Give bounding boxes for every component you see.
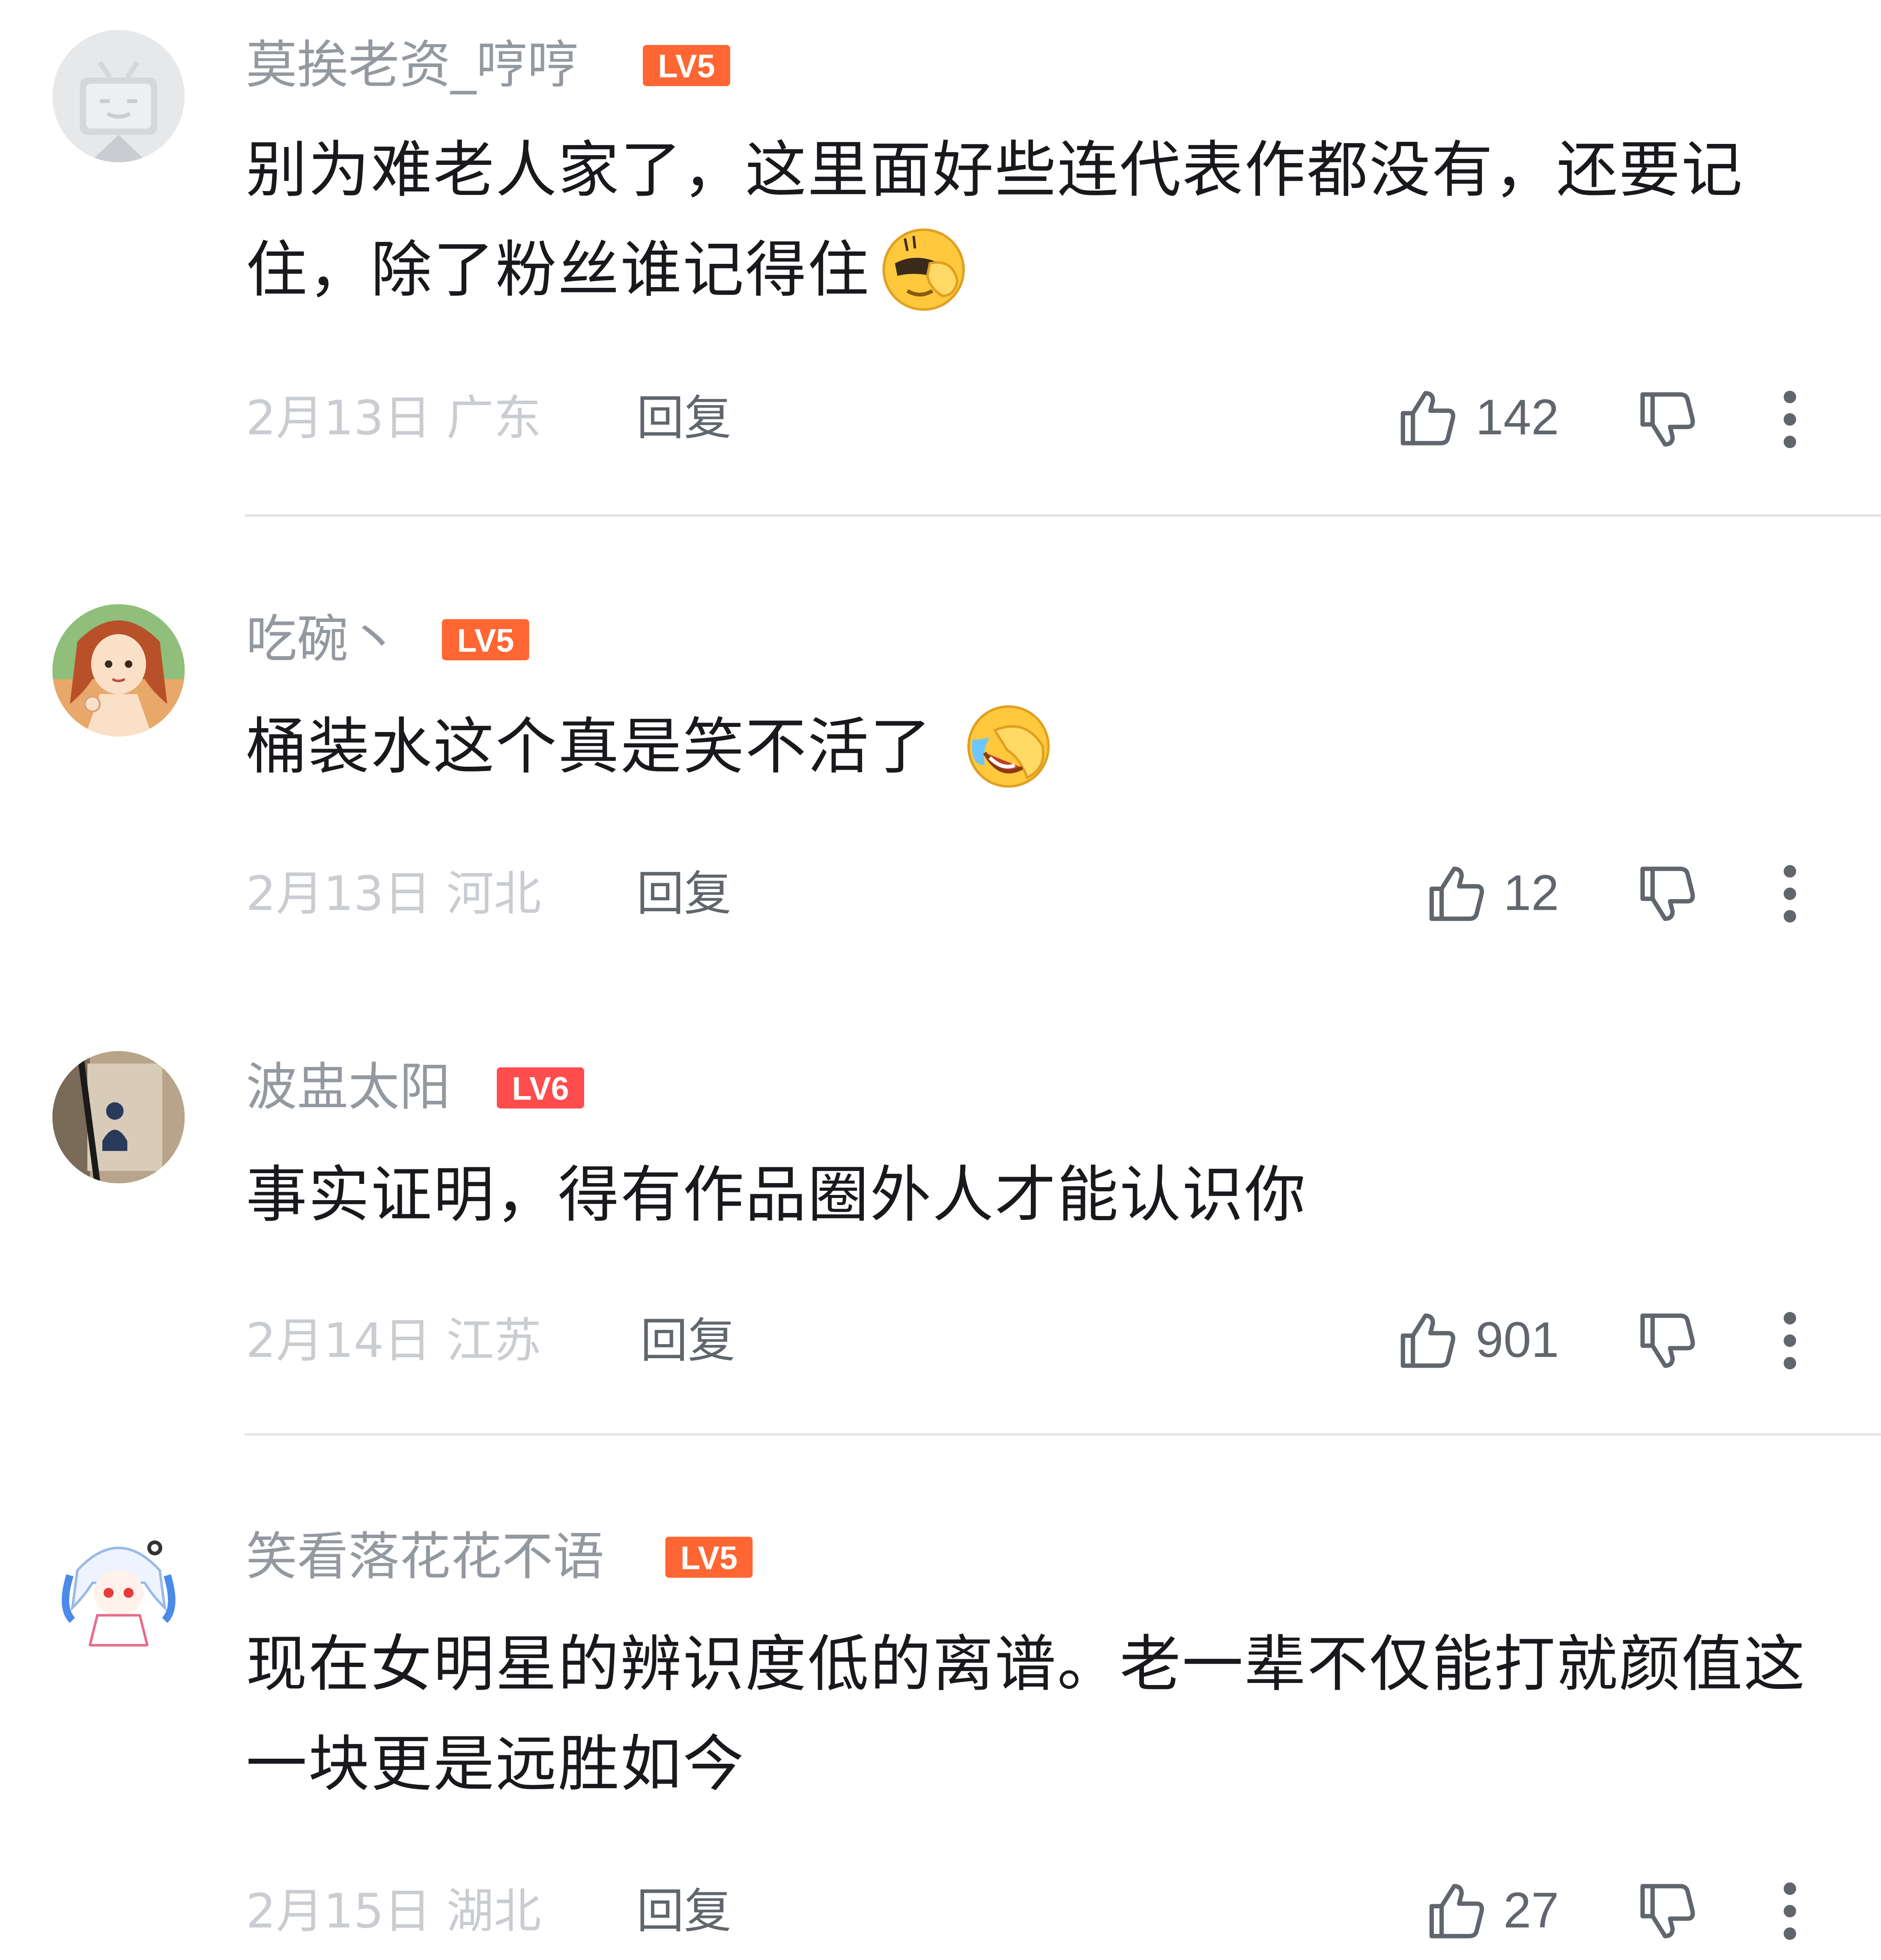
avatar[interactable]: [52, 30, 185, 162]
svg-text:LV5: LV5: [681, 1540, 737, 1576]
more-vertical-icon[interactable]: [1775, 1308, 1805, 1373]
like-button[interactable]: 901: [1396, 1303, 1559, 1378]
comment-text: 事实证明，得有作品圈外人才能认识你: [246, 1159, 1307, 1231]
svg-text:LV6: LV6: [512, 1071, 569, 1107]
divider: [245, 1433, 1881, 1436]
username[interactable]: 笑看落花花不语: [246, 1525, 604, 1588]
reply-button[interactable]: 回复: [640, 1312, 735, 1369]
reply-button[interactable]: 回复: [636, 1882, 732, 1940]
comment-date-location: 2月13日 河北: [246, 866, 541, 921]
comment-list: 莫挨老资_哼哼 LV5 别为难老人家了，这里面好些连代表作都没有，还要记住，除了…: [0, 0, 1881, 1960]
like-count: 901: [1475, 1312, 1559, 1368]
laughing-crying-emoji-icon: [965, 702, 1052, 789]
username[interactable]: 波盅太阳: [246, 1056, 451, 1119]
thumbs-down-icon[interactable]: [1635, 387, 1700, 452]
username[interactable]: 莫挨老资_哼哼: [246, 34, 579, 96]
level-badge-lv5: LV5: [442, 619, 529, 660]
svg-text:LV5: LV5: [658, 48, 715, 85]
comment-date-location: 2月13日 广东: [246, 391, 541, 446]
thumbs-up-icon: [1429, 1884, 1484, 1939]
more-vertical-icon[interactable]: [1775, 1879, 1805, 1944]
reply-button[interactable]: 回复: [636, 865, 732, 923]
like-count: 142: [1475, 390, 1559, 445]
like-button[interactable]: 27: [1424, 1874, 1559, 1949]
username[interactable]: 吃碗丶: [246, 608, 399, 670]
thumbs-up-icon: [1429, 866, 1484, 921]
thumbs-down-icon[interactable]: [1635, 861, 1700, 926]
comment-text: 别为难老人家了，这里面好些连代表作都没有，还要记住，除了粉丝谁记得住: [246, 121, 1818, 321]
like-count: 12: [1503, 866, 1559, 921]
avatar[interactable]: [52, 604, 185, 737]
like-button[interactable]: 12: [1424, 856, 1559, 931]
like-count: 27: [1503, 1883, 1559, 1938]
like-button[interactable]: 142: [1396, 381, 1559, 456]
thumbs-up-icon: [1401, 1313, 1456, 1368]
comment-date-location: 2月14日 江苏: [246, 1313, 541, 1368]
thumbs-down-icon[interactable]: [1635, 1879, 1700, 1944]
thumbs-down-icon[interactable]: [1635, 1308, 1700, 1373]
comment-date-location: 2月15日 湖北: [246, 1883, 541, 1939]
more-vertical-icon[interactable]: [1775, 861, 1805, 926]
reply-button[interactable]: 回复: [636, 389, 732, 447]
avatar[interactable]: [52, 1520, 185, 1653]
level-badge-lv5: LV5: [642, 45, 730, 87]
level-badge-lv6: LV6: [496, 1067, 584, 1108]
svg-text:LV5: LV5: [457, 622, 514, 659]
level-badge-lv5: LV5: [665, 1536, 753, 1578]
more-vertical-icon[interactable]: [1775, 387, 1805, 452]
comment-text: 桶装水这个真是笑不活了: [246, 698, 1818, 798]
comment-text: 现在女明星的辨识度低的离谱。老一辈不仅能打就颜值这一块更是远胜如今: [246, 1629, 1806, 1800]
facepalm-emoji-icon: [880, 225, 967, 313]
avatar[interactable]: [52, 1051, 185, 1183]
divider: [245, 514, 1881, 517]
thumbs-up-icon: [1401, 391, 1456, 445]
